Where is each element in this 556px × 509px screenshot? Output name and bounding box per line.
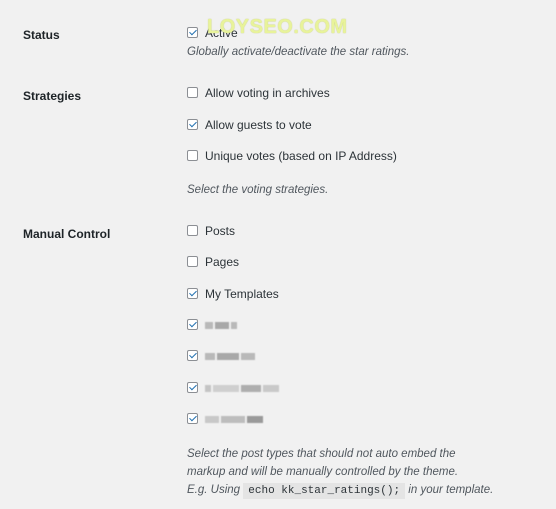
redacted-2-checkbox[interactable]: [187, 350, 198, 361]
manual-option-redacted-1[interactable]: [187, 318, 198, 331]
strategies-label: Strategies: [23, 89, 82, 103]
status-label: Status: [23, 28, 60, 42]
manual-option-redacted-4[interactable]: [187, 412, 198, 425]
pages-label: Pages: [205, 254, 240, 269]
manual-control-label: Manual Control: [23, 227, 111, 241]
my-templates-label: My Templates: [205, 286, 279, 301]
redacted-label-4: [205, 412, 263, 426]
manual-control-description-line-3: E.g. Using echo kk_star_ratings(); in yo…: [187, 481, 493, 500]
redacted-label-2: [205, 349, 255, 363]
redacted-3-checkbox[interactable]: [187, 382, 198, 393]
manual-option-redacted-2[interactable]: [187, 349, 198, 362]
status-description: Globally activate/deactivate the star ra…: [187, 46, 410, 58]
strategy-option-guests[interactable]: Allow guests to vote: [187, 117, 312, 132]
description-prefix: E.g. Using: [187, 484, 241, 496]
active-checkbox[interactable]: [187, 27, 198, 38]
allow-guests-checkbox[interactable]: [187, 119, 198, 130]
description-suffix: in your template.: [408, 484, 494, 496]
manual-control-description-line-2: markup and will be manually controlled b…: [187, 466, 459, 478]
strategy-option-archives[interactable]: Allow voting in archives: [187, 85, 330, 100]
strategy-option-unique[interactable]: Unique votes (based on IP Address): [187, 148, 397, 163]
allow-voting-archives-checkbox[interactable]: [187, 87, 198, 98]
redacted-1-checkbox[interactable]: [187, 319, 198, 330]
redacted-label-1: [205, 318, 237, 332]
manual-option-posts[interactable]: Posts: [187, 223, 236, 238]
watermark-logo: LOYSEO.COM: [207, 16, 348, 38]
redacted-4-checkbox[interactable]: [187, 413, 198, 424]
shortcode-snippet: echo kk_star_ratings();: [243, 483, 406, 499]
redacted-label-3: [205, 381, 279, 395]
manual-option-redacted-3[interactable]: [187, 381, 198, 394]
allow-guests-label: Allow guests to vote: [205, 117, 312, 132]
allow-voting-archives-label: Allow voting in archives: [205, 85, 330, 100]
manual-option-my-templates[interactable]: My Templates: [187, 286, 279, 301]
manual-control-description-line-1: Select the post types that should not au…: [187, 448, 456, 460]
pages-checkbox[interactable]: [187, 256, 198, 267]
posts-checkbox[interactable]: [187, 225, 198, 236]
unique-votes-label: Unique votes (based on IP Address): [205, 148, 397, 163]
my-templates-checkbox[interactable]: [187, 288, 198, 299]
manual-option-pages[interactable]: Pages: [187, 254, 240, 269]
posts-label: Posts: [205, 223, 236, 238]
strategies-description: Select the voting strategies.: [187, 184, 329, 196]
unique-votes-checkbox[interactable]: [187, 150, 198, 161]
